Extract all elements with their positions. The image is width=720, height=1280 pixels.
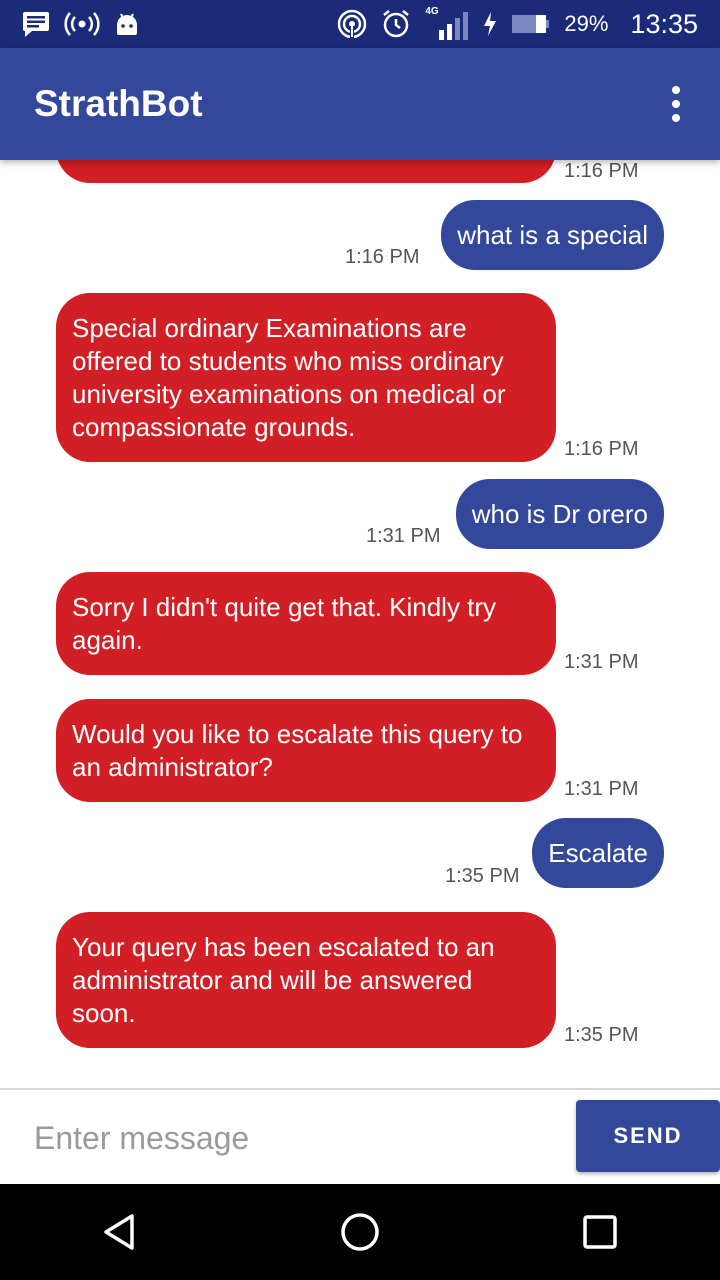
message-time: 1:16 PM [564, 160, 639, 182]
message-time: 1:31 PM [366, 525, 441, 547]
broadcast-icon [64, 12, 100, 36]
message-input[interactable] [32, 1110, 556, 1166]
chat-list[interactable]: 1:16 PM what is a special 1:16 PM Specia… [0, 160, 720, 1090]
status-right: 4G 29% 13:35 [337, 6, 698, 40]
status-bar: 4G 29% 13:35 [0, 0, 720, 48]
bot-message-bubble: Sorry I didn't quite get that. Kindly tr… [56, 572, 556, 675]
battery-icon [512, 15, 550, 33]
message-text: Sorry I didn't quite get that. Kindly tr… [72, 592, 497, 655]
hotspot-icon [338, 9, 367, 39]
status-clock: 13:35 [630, 8, 698, 39]
message-time: 1:35 PM [445, 865, 520, 887]
message-text: Special ordinary Examinations are offere… [72, 313, 506, 442]
app-bar: StrathBot [0, 48, 720, 160]
network-type-label: 4G [425, 6, 439, 17]
system-nav-bar [0, 1184, 720, 1280]
message-composer: SEND [0, 1090, 720, 1184]
charging-icon [484, 12, 497, 36]
android-icon [117, 13, 137, 35]
message-text: what is a special [457, 219, 648, 250]
message-time: 1:31 PM [564, 651, 639, 673]
home-icon[interactable] [320, 1192, 400, 1272]
battery-percent: 29% [564, 11, 609, 36]
message-time: 1:16 PM [564, 438, 639, 460]
bot-message-bubble: Special ordinary Examinations are offere… [56, 293, 556, 462]
back-icon[interactable] [80, 1192, 160, 1272]
recents-icon[interactable] [560, 1192, 640, 1272]
message-time: 1:16 PM [345, 246, 420, 268]
overflow-menu-icon[interactable] [666, 78, 686, 130]
user-message-bubble: who is Dr orero [455, 479, 664, 549]
message-text: Would you like to escalate this query to… [72, 719, 523, 782]
message-text: Your query has been escalated to an admi… [72, 932, 495, 1028]
user-message-bubble: what is a special [441, 200, 664, 270]
message-text: who is Dr orero [471, 498, 648, 529]
app-title: StrathBot [34, 83, 203, 124]
signal-icon: 4G [425, 6, 469, 40]
bot-message-bubble: Would you like to escalate this query to… [56, 699, 556, 802]
bot-message-bubble: Your query has been escalated to an admi… [56, 912, 556, 1048]
message-notification-icon [23, 12, 49, 37]
alarm-icon [383, 10, 410, 38]
message-time: 1:35 PM [564, 1024, 639, 1046]
message-text: Escalate [548, 837, 648, 868]
bot-message-bubble-partial [56, 160, 556, 183]
message-time: 1:31 PM [564, 778, 639, 800]
user-message-bubble: Escalate [532, 818, 664, 888]
send-button[interactable]: SEND [576, 1100, 720, 1172]
status-left [22, 11, 140, 37]
